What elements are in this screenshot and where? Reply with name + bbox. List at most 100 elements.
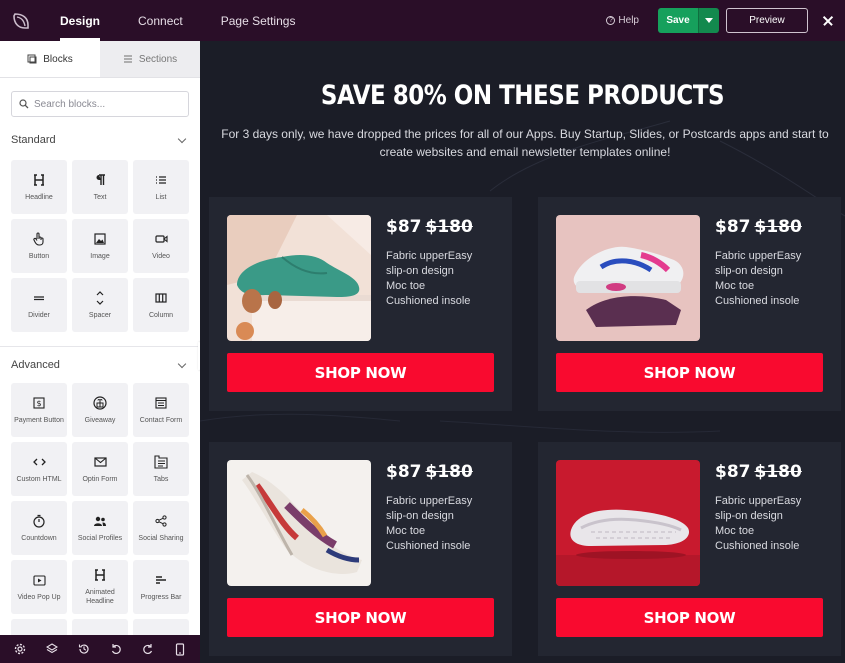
page-headline[interactable]: SAVE 80% ON THESE PRODUCTS <box>200 81 845 111</box>
divider-icon <box>32 291 46 305</box>
preview-button[interactable]: Preview <box>726 8 808 33</box>
block-text[interactable]: Text <box>72 160 128 214</box>
block-payment-button[interactable]: $ Payment Button <box>11 383 67 437</box>
block-button[interactable]: Button <box>11 219 67 273</box>
product-price[interactable]: $87 $180 <box>715 462 802 482</box>
block-column[interactable]: Column <box>133 278 189 332</box>
spacer-icon <box>93 290 107 305</box>
chevron-down-icon <box>705 18 713 23</box>
old-price: $180 <box>425 217 473 237</box>
block-optin-form[interactable]: Optin Form <box>72 442 128 496</box>
product-features[interactable]: Fabric upperEasy slip-on design Moc toe … <box>715 249 801 309</box>
history-icon[interactable] <box>77 642 91 656</box>
stopwatch-icon <box>32 514 46 528</box>
feature-line: slip-on design <box>715 510 783 522</box>
tab-blocks[interactable]: Blocks <box>0 41 100 77</box>
feature-line: Fabric upperEasy <box>386 495 473 507</box>
block-animated-headline[interactable]: Animated Headline <box>72 560 128 614</box>
product-card[interactable]: $87 $180 Fabric upperEasy slip-on design … <box>538 197 841 411</box>
block-video[interactable]: Video <box>133 219 189 273</box>
block-label: Giveaway <box>84 416 116 424</box>
block-social-sharing[interactable]: Social Sharing <box>133 501 189 555</box>
undo-icon[interactable] <box>109 642 123 656</box>
product-price[interactable]: $87 $180 <box>715 217 802 237</box>
product-card[interactable]: $87 $180 Fabric upperEasy slip-on design … <box>209 197 512 411</box>
block-label: Text <box>93 193 107 201</box>
shop-now-button[interactable]: SHOP NOW <box>556 598 823 637</box>
block-tabs[interactable]: Tabs <box>133 442 189 496</box>
help-link[interactable]: ? Help <box>606 15 639 26</box>
sidebar: Blocks Sections Standard Headline Text L… <box>0 41 200 635</box>
product-card[interactable]: $87 $180 Fabric upperEasy slip-on design … <box>538 442 841 656</box>
headline-icon <box>32 173 46 187</box>
product-image-colorful-sneaker[interactable] <box>227 460 371 586</box>
block-spacer[interactable]: Spacer <box>72 278 128 332</box>
feature-line: slip-on design <box>386 510 454 522</box>
video-popup-icon <box>32 573 46 587</box>
seedprod-logo[interactable] <box>0 0 41 41</box>
block-label: Contact Form <box>139 416 183 424</box>
layers-icon[interactable] <box>45 642 59 656</box>
block-countdown[interactable]: Countdown <box>11 501 67 555</box>
block-label: Social Sharing <box>138 534 184 542</box>
product-features[interactable]: Fabric upperEasy slip-on design Moc toe … <box>386 494 472 554</box>
block-list[interactable]: List <box>133 160 189 214</box>
block-headline[interactable]: Headline <box>11 160 67 214</box>
tab-sections[interactable]: Sections <box>100 41 200 77</box>
advanced-section-header[interactable]: Advanced <box>11 355 189 375</box>
product-image-green-shoe[interactable] <box>227 215 371 341</box>
tab-connect[interactable]: Connect <box>119 0 202 41</box>
search-box[interactable] <box>11 91 189 117</box>
old-price: $180 <box>754 462 802 482</box>
shop-now-button[interactable]: SHOP NOW <box>556 353 823 392</box>
shop-now-button[interactable]: SHOP NOW <box>227 598 494 637</box>
pointer-icon <box>32 231 46 246</box>
product-price[interactable]: $87 $180 <box>386 217 473 237</box>
save-button[interactable]: Save <box>658 8 698 33</box>
feature-line: Moc toe <box>386 525 426 537</box>
feature-line: Cushioned insole <box>715 295 800 307</box>
shop-now-button[interactable]: SHOP NOW <box>227 353 494 392</box>
standard-section-header[interactable]: Standard <box>11 130 189 150</box>
mobile-preview-icon[interactable] <box>173 642 187 656</box>
redo-icon[interactable] <box>141 642 155 656</box>
product-card[interactable]: $87 $180 Fabric upperEasy slip-on design … <box>209 442 512 656</box>
block-social-profiles[interactable]: Social Profiles <box>72 501 128 555</box>
block-partial[interactable] <box>133 619 189 635</box>
settings-gear-icon[interactable] <box>13 642 27 656</box>
block-label: Divider <box>28 311 50 319</box>
block-video-pop-up[interactable]: Video Pop Up <box>11 560 67 614</box>
page-subtext[interactable]: For 3 days only, we have dropped the pri… <box>220 125 830 161</box>
product-image-pink-sneaker[interactable] <box>556 215 700 341</box>
product-price[interactable]: $87 $180 <box>386 462 473 482</box>
block-contact-form[interactable]: Contact Form <box>133 383 189 437</box>
block-giveaway[interactable]: Giveaway <box>72 383 128 437</box>
chevron-down-icon <box>177 134 187 143</box>
product-image-sneaker-sole[interactable] <box>556 460 700 586</box>
block-custom-html[interactable]: Custom HTML <box>11 442 67 496</box>
save-options-button[interactable] <box>698 8 719 33</box>
block-divider[interactable]: Divider <box>11 278 67 332</box>
svg-text:$: $ <box>36 399 41 408</box>
close-icon[interactable] <box>819 12 837 30</box>
product-features[interactable]: Fabric upperEasy slip-on design Moc toe … <box>386 249 472 309</box>
column-icon <box>154 291 168 305</box>
block-label: Image <box>90 252 110 260</box>
page-canvas: SAVE 80% ON THESE PRODUCTS For 3 days on… <box>200 41 845 663</box>
chevron-down-icon <box>177 359 187 368</box>
tab-page-settings[interactable]: Page Settings <box>202 0 315 41</box>
help-label: Help <box>618 15 639 26</box>
block-partial[interactable] <box>72 619 128 635</box>
block-image[interactable]: Image <box>72 219 128 273</box>
block-progress-bar[interactable]: Progress Bar <box>133 560 189 614</box>
advanced-blocks-grid: $ Payment Button Giveaway Contact Form C… <box>11 383 189 635</box>
feature-line: slip-on design <box>386 265 454 277</box>
product-features[interactable]: Fabric upperEasy slip-on design Moc toe … <box>715 494 801 554</box>
block-label: Progress Bar <box>140 593 182 601</box>
block-partial[interactable] <box>11 619 67 635</box>
tab-design[interactable]: Design <box>41 0 119 41</box>
dollar-icon: $ <box>32 396 46 410</box>
search-input[interactable] <box>34 98 184 110</box>
block-label: Column <box>148 311 174 319</box>
code-icon <box>32 455 46 469</box>
